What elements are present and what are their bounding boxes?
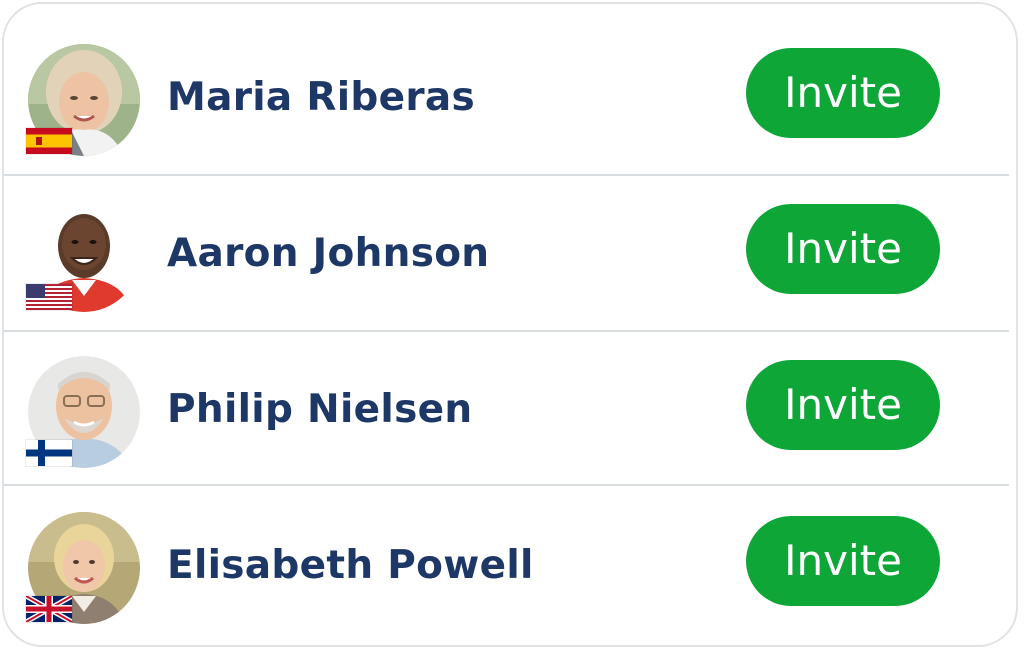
invite-button[interactable]: Invite [746,204,940,294]
contact-name: Maria Riberas [167,75,476,120]
row-divider [4,174,1009,176]
contact-row: Maria Riberas Invite [4,20,1016,176]
contact-list-card: Maria Riberas Invite Aaron Johnson Invit… [2,2,1018,647]
contact-row: Philip Nielsen Invite [4,332,1016,488]
row-divider [4,330,1009,332]
row-divider [4,484,1009,486]
invite-button[interactable]: Invite [746,516,940,606]
contact-name: Elisabeth Powell [167,543,534,588]
contact-row: Elisabeth Powell Invite [4,488,1016,644]
finland-flag-icon [26,440,72,466]
contact-row: Aaron Johnson Invite [4,176,1016,332]
contact-name: Philip Nielsen [167,387,473,432]
contact-name: Aaron Johnson [167,231,490,276]
usa-flag-icon [26,284,72,310]
uk-flag-icon [26,596,72,622]
spain-flag-icon [26,128,72,154]
invite-button[interactable]: Invite [746,360,940,450]
invite-button[interactable]: Invite [746,48,940,138]
